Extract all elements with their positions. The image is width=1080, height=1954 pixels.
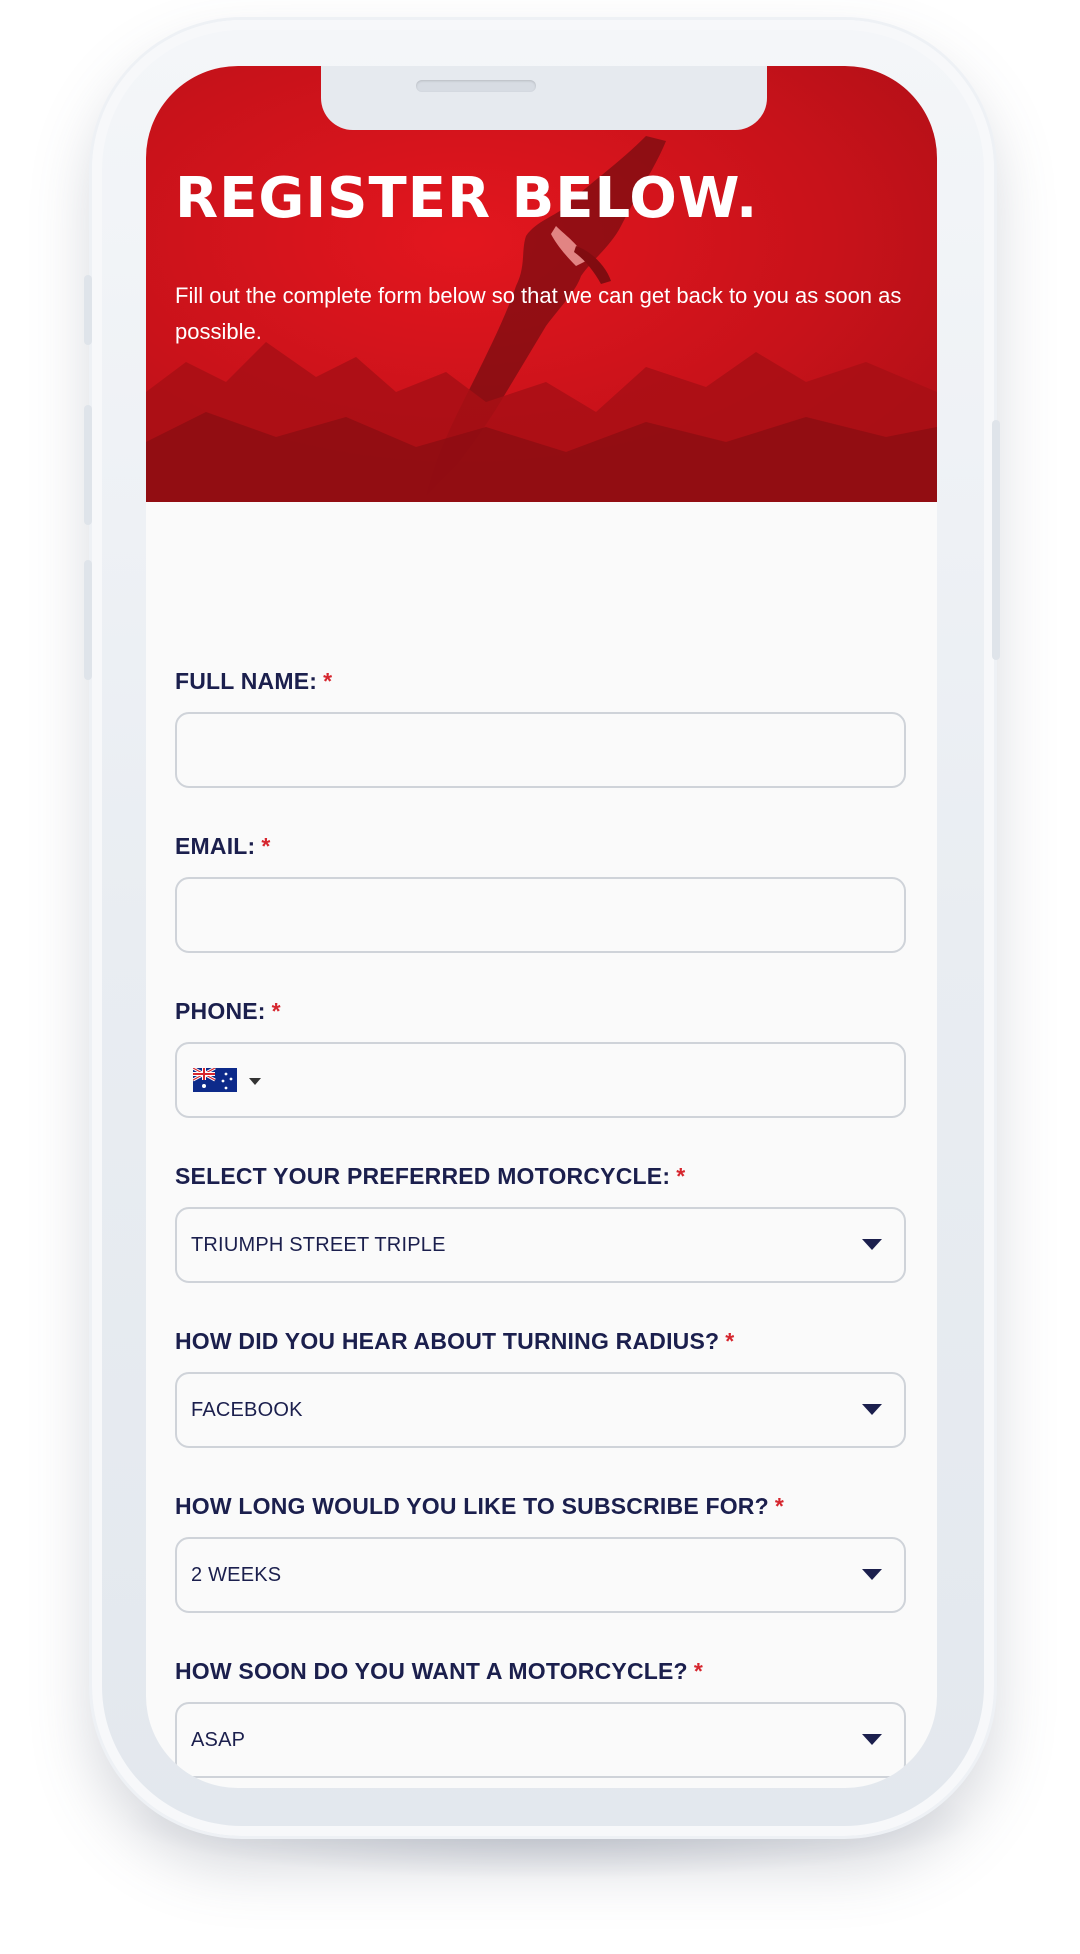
required-marker: * xyxy=(774,1493,785,1519)
mountain-range-image xyxy=(146,342,937,502)
chevron-down-icon xyxy=(862,1734,882,1745)
email-input[interactable] xyxy=(177,879,904,951)
speaker-grille xyxy=(416,80,536,92)
full-name-field: FULL NAME: * xyxy=(175,666,910,831)
referral-select[interactable]: FACEBOOK xyxy=(175,1372,906,1448)
australia-flag-icon[interactable] xyxy=(193,1068,237,1092)
mockup-stage: REGISTER BELOW. Fill out the complete fo… xyxy=(0,0,1080,1954)
email-field: EMAIL: * xyxy=(175,831,910,996)
chevron-down-icon xyxy=(862,1569,882,1580)
required-marker: * xyxy=(271,998,281,1024)
email-input-box[interactable] xyxy=(175,877,906,953)
required-marker: * xyxy=(676,1163,686,1189)
motorcycle-select[interactable]: TRIUMPH STREET TRIPLE xyxy=(175,1207,906,1283)
subscription-length-select[interactable]: 2 WEEKS xyxy=(175,1537,906,1613)
phone-label: PHONE: * xyxy=(175,998,281,1024)
required-marker: * xyxy=(693,1658,703,1684)
timing-select-value: ASAP xyxy=(191,1729,246,1751)
volume-up-button xyxy=(84,405,92,525)
registration-form: FULL NAME: * EMAIL: * PHONE: * SELECT YO… xyxy=(175,666,910,1788)
timing-select-label: HOW SOON DO YOU WANT A MOTORCYCLE? * xyxy=(175,1658,703,1684)
timing-select-field: HOW SOON DO YOU WANT A MOTORCYCLE? * ASAP xyxy=(175,1656,910,1788)
required-marker: * xyxy=(261,833,271,859)
timing-select[interactable]: ASAP xyxy=(175,1702,906,1778)
country-dropdown-caret-icon[interactable] xyxy=(249,1078,261,1085)
motorcycle-select-field: SELECT YOUR PREFERRED MOTORCYCLE: * TRIUM… xyxy=(175,1161,910,1326)
email-label: EMAIL: * xyxy=(175,833,271,859)
motorcycle-select-label: SELECT YOUR PREFERRED MOTORCYCLE: * xyxy=(175,1163,686,1189)
hero-title: REGISTER BELOW. xyxy=(175,166,759,231)
referral-select-value: FACEBOOK xyxy=(191,1399,303,1421)
full-name-input-box[interactable] xyxy=(175,712,906,788)
full-name-input[interactable] xyxy=(177,714,904,786)
volume-down-button xyxy=(84,560,92,680)
phone-notch xyxy=(321,66,767,130)
referral-select-field: HOW DID YOU HEAR ABOUT TURNING RADIUS? * … xyxy=(175,1326,910,1491)
phone-field: PHONE: * xyxy=(175,996,910,1161)
phone-screen: REGISTER BELOW. Fill out the complete fo… xyxy=(146,66,937,1788)
required-marker: * xyxy=(725,1328,735,1354)
mute-switch xyxy=(84,275,92,345)
subscription-length-value: 2 WEEKS xyxy=(191,1564,282,1586)
chevron-down-icon xyxy=(862,1404,882,1415)
motorcycle-select-value: TRIUMPH STREET TRIPLE xyxy=(191,1234,446,1256)
phone-input-box[interactable] xyxy=(175,1042,906,1118)
hero-banner: REGISTER BELOW. Fill out the complete fo… xyxy=(146,66,937,502)
referral-select-label: HOW DID YOU HEAR ABOUT TURNING RADIUS? * xyxy=(175,1328,735,1354)
subscription-length-label: HOW LONG WOULD YOU LIKE TO SUBSCRIBE FOR… xyxy=(175,1493,785,1519)
hero-subtitle: Fill out the complete form below so that… xyxy=(175,283,902,344)
phone-input[interactable] xyxy=(177,1044,904,1116)
chevron-down-icon xyxy=(862,1239,882,1250)
power-button xyxy=(992,420,1000,660)
subscription-length-field: HOW LONG WOULD YOU LIKE TO SUBSCRIBE FOR… xyxy=(175,1491,910,1656)
required-marker: * xyxy=(323,668,333,694)
full-name-label: FULL NAME: * xyxy=(175,668,333,694)
